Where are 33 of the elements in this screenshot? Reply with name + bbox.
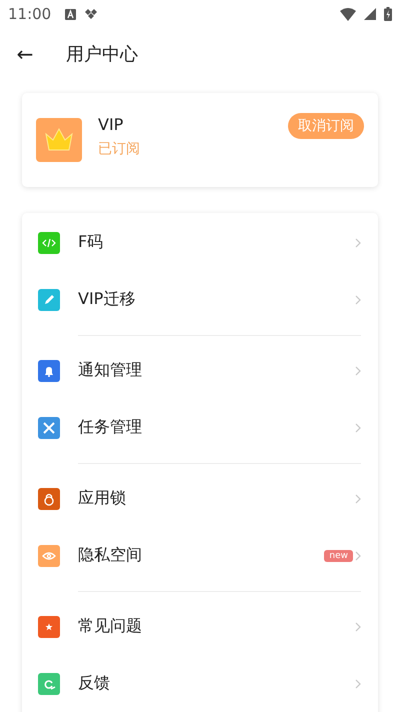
battery-icon <box>384 7 392 21</box>
page-title: 用户中心 <box>66 43 138 66</box>
bell-icon <box>38 360 60 382</box>
menu-item[interactable]: 反馈 <box>22 655 378 712</box>
menu-item[interactable]: 通知管理 <box>22 342 378 399</box>
keyboard-icon <box>65 8 76 20</box>
menu-item[interactable]: VIP迁移 <box>22 271 378 328</box>
chevron-icon <box>355 622 361 632</box>
menu-item[interactable]: 常见问题 <box>22 598 378 655</box>
chevron-icon <box>355 366 361 376</box>
signal-icon <box>364 8 376 20</box>
back-button[interactable]: ← <box>14 42 36 66</box>
chevron-icon <box>355 422 361 432</box>
chevron-icon <box>355 294 361 304</box>
diamonds-icon <box>84 9 98 19</box>
chevron-icon <box>355 550 361 560</box>
chevron-icon <box>355 678 361 688</box>
subscription-status: 已订阅 <box>98 140 141 158</box>
chevron-icon <box>355 238 361 248</box>
code-icon <box>38 232 60 254</box>
new-badge: new <box>324 550 353 562</box>
pencil-icon <box>38 288 60 310</box>
crown-icon <box>36 118 82 162</box>
menu-item[interactable]: 任务管理 <box>22 399 378 456</box>
eye-icon <box>38 544 60 566</box>
menu-item[interactable]: 应用锁 <box>22 470 378 527</box>
menu-item[interactable]: 隐私空间 new <box>22 527 378 584</box>
chevron-icon <box>355 494 361 504</box>
vip-name: VIP <box>98 115 124 134</box>
lock-icon <box>38 488 60 510</box>
status-time: 11:00 <box>8 5 52 23</box>
menu-item[interactable]: F码 <box>22 214 378 271</box>
wifi-icon <box>340 8 356 20</box>
